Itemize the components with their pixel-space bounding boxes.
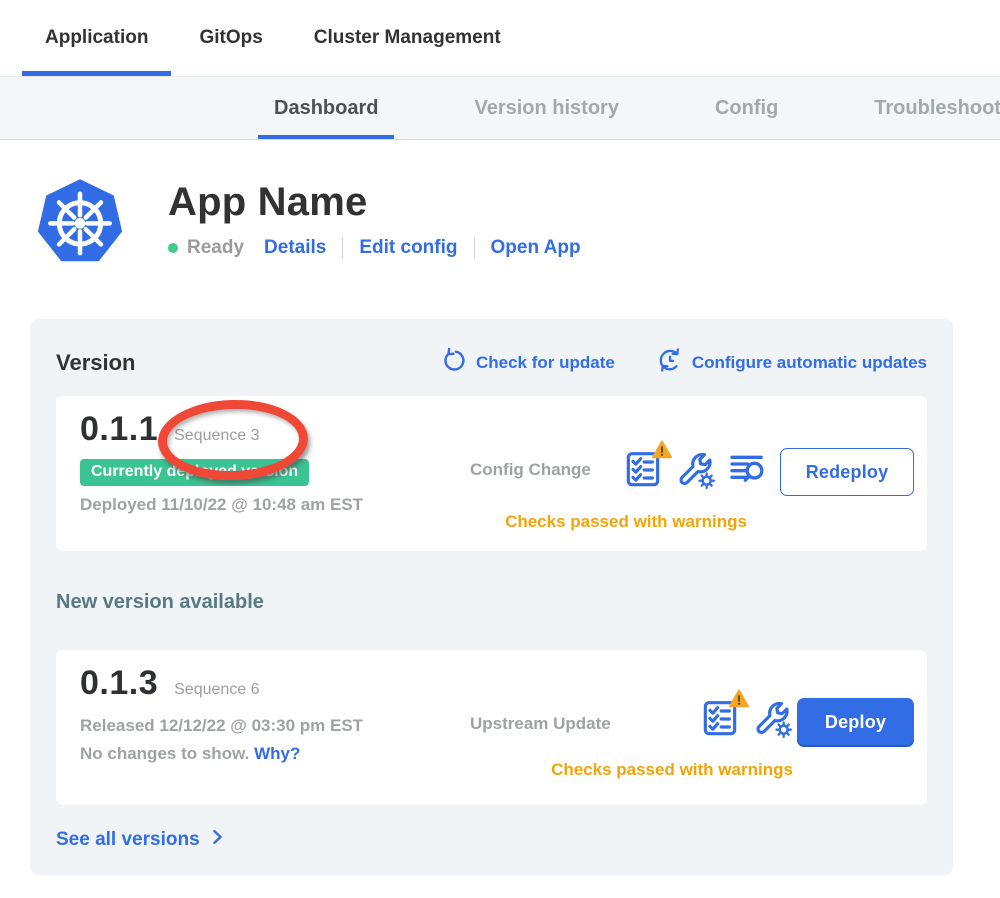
warning-triangle-icon [652,440,672,459]
tab-gitops[interactable]: GitOps [176,0,285,76]
configure-auto-updates-link[interactable]: Configure automatic updates [657,347,927,378]
app-status-row: Ready Details Edit config Open App [168,237,581,259]
version-section: Version Check for update [30,319,953,875]
no-changes-text: No changes to show. [80,744,249,763]
preflight-checks-icon[interactable] [700,697,740,739]
see-all-versions-link[interactable]: See all versions [56,827,226,853]
new-version-number: 0.1.3 [80,664,158,703]
new-version-sequence: Sequence 6 [174,681,259,699]
wrench-gear-icon[interactable] [752,697,792,739]
why-link[interactable]: Why? [254,744,300,763]
tab-version-history[interactable]: Version history [458,77,635,139]
status-badge: Ready [187,237,244,259]
preflight-result-text: Checks passed with warnings [476,512,776,532]
preflight-checks-icon[interactable] [623,448,663,490]
open-app-link[interactable]: Open App [491,237,581,259]
warning-triangle-icon [729,689,749,708]
page-title: App Name [168,180,581,225]
new-version-available-label: New version available [56,591,927,614]
tab-troubleshoot[interactable]: Troubleshoot [858,77,1000,139]
version-source-label: Upstream Update [470,714,611,734]
details-link[interactable]: Details [264,237,326,259]
kubernetes-logo [35,176,125,269]
version-heading: Version [56,350,135,376]
configure-auto-updates-label: Configure automatic updates [692,353,927,373]
refresh-icon [442,348,467,378]
chevron-right-icon [208,827,226,853]
file-diff-icon[interactable] [727,448,767,490]
deployed-badge: Currently deployed version [80,459,309,486]
preflight-result-text: Checks passed with warnings [522,760,822,780]
secondary-nav: Dashboard Version history Config Trouble… [0,76,1000,140]
edit-config-link[interactable]: Edit config [359,237,457,259]
new-version-card: 0.1.3 Sequence 6 Released 12/12/22 @ 03:… [56,650,927,805]
tab-application[interactable]: Application [22,0,171,76]
current-version-number: 0.1.1 [80,410,158,449]
check-for-update-label: Check for update [476,353,615,373]
tab-cluster-management[interactable]: Cluster Management [291,0,524,76]
wrench-gear-icon[interactable] [675,448,715,490]
redeploy-button[interactable]: Redeploy [780,448,914,496]
tab-dashboard[interactable]: Dashboard [258,77,394,139]
divider [342,237,343,259]
current-version-sequence: Sequence 3 [174,427,259,445]
tab-config[interactable]: Config [699,77,794,139]
divider [474,237,475,259]
status-dot [168,243,178,253]
app-header: App Name Ready Details Edit config Open … [35,176,1000,269]
current-version-card: 0.1.1 Sequence 3 Currently deployed vers… [56,396,927,551]
deploy-button[interactable]: Deploy [797,698,914,747]
primary-nav: Application GitOps Cluster Management [0,0,1000,76]
clock-refresh-icon [657,347,683,378]
check-for-update-link[interactable]: Check for update [442,348,615,378]
version-source-label: Config Change [470,460,591,480]
see-all-versions-label: See all versions [56,829,200,851]
